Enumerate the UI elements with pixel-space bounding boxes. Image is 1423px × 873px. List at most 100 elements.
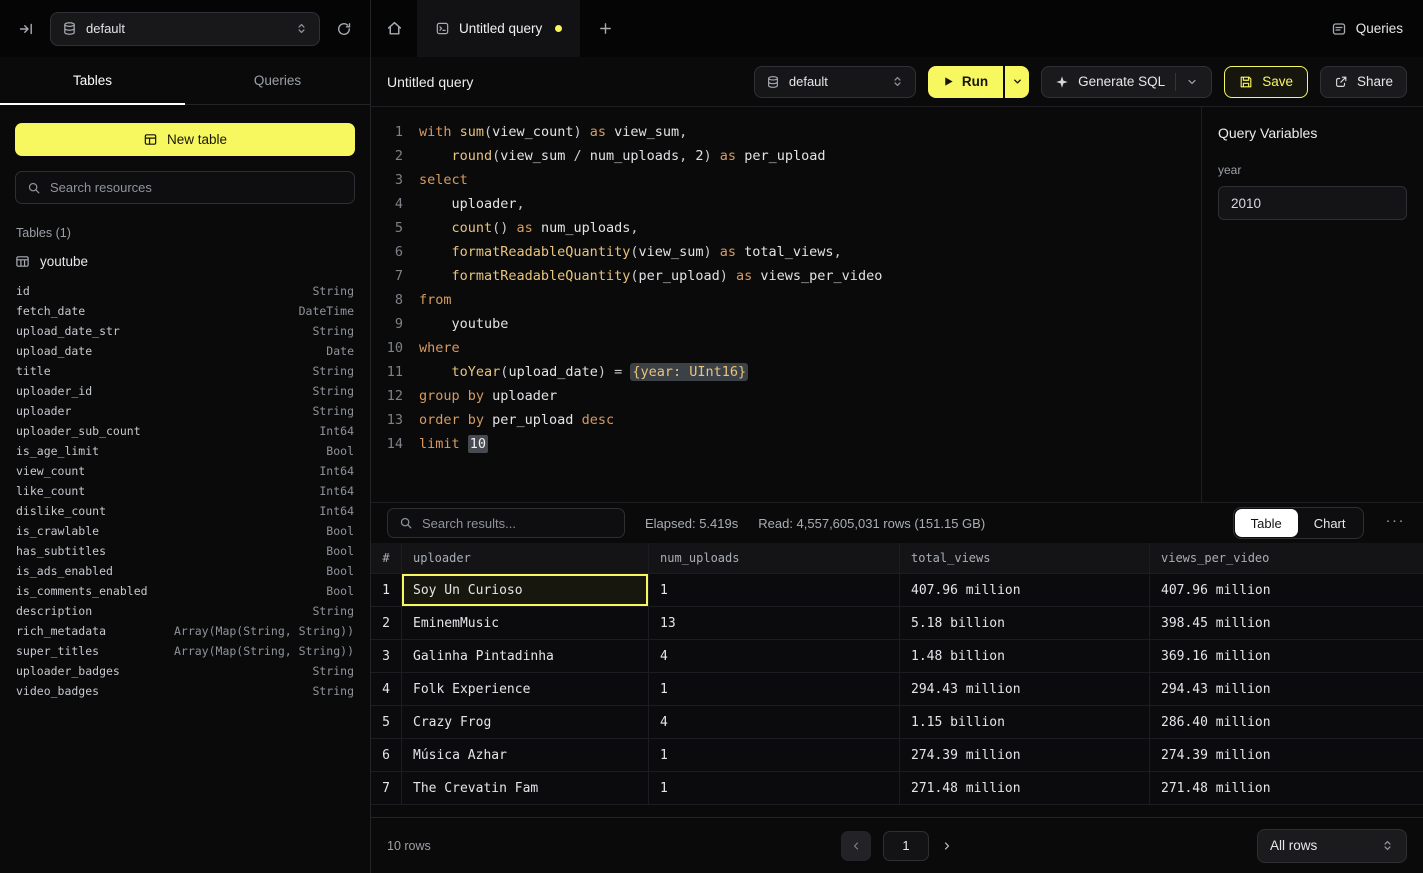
pagination — [841, 831, 953, 861]
next-page-button[interactable] — [941, 840, 953, 852]
chevron-down-icon[interactable] — [1186, 76, 1198, 88]
column-type: Int64 — [319, 504, 354, 518]
table-cell[interactable]: 1 — [649, 574, 900, 607]
share-icon — [1334, 75, 1348, 89]
table-cell[interactable]: 369.16 million — [1150, 640, 1423, 673]
home-button[interactable] — [371, 0, 417, 57]
read-stat: Read: 4,557,605,031 rows (151.15 GB) — [758, 516, 985, 531]
code-text: uploader, — [419, 192, 525, 216]
column-header[interactable]: # — [371, 543, 402, 574]
column-name: upload_date — [16, 344, 92, 358]
queries-button[interactable]: Queries — [1331, 21, 1403, 37]
table-cell[interactable]: The Crevatin Fam — [402, 772, 649, 805]
tables-group-label: Tables (1) — [16, 226, 354, 240]
variable-label: year — [1218, 163, 1407, 177]
column-item: dislike_countInt64 — [16, 501, 354, 521]
column-item: has_subtitlesBool — [16, 541, 354, 561]
column-name: uploader_id — [16, 384, 92, 398]
plus-icon — [598, 21, 613, 36]
query-tab-icon — [435, 21, 450, 36]
table-cell[interactable]: 1 — [649, 739, 900, 772]
column-type: DateTime — [299, 304, 354, 318]
line-number: 3 — [371, 168, 403, 192]
table-cell[interactable]: Crazy Frog — [402, 706, 649, 739]
line-number: 10 — [371, 336, 403, 360]
more-icon: ··· — [1386, 512, 1406, 529]
refresh-button[interactable] — [336, 21, 352, 37]
table-cell[interactable]: 1.15 billion — [900, 706, 1150, 739]
table-cell[interactable]: 294.43 million — [900, 673, 1150, 706]
row-number: 2 — [371, 607, 402, 640]
search-resources-input[interactable] — [50, 180, 343, 195]
column-header[interactable]: total_views — [900, 543, 1150, 574]
home-icon — [386, 20, 403, 37]
table-cell[interactable]: 398.45 million — [1150, 607, 1423, 640]
sql-editor[interactable]: 1with sum(view_count) as view_sum,2 roun… — [371, 107, 1201, 502]
toggle-table[interactable]: Table — [1235, 509, 1298, 537]
save-button-label: Save — [1262, 74, 1293, 89]
table-cell[interactable]: 5.18 billion — [900, 607, 1150, 640]
new-tab-button[interactable] — [580, 0, 630, 57]
chevron-right-icon — [941, 840, 953, 852]
new-table-button[interactable]: New table — [15, 123, 355, 156]
run-button[interactable]: Run — [928, 66, 1003, 98]
variable-year-input[interactable] — [1218, 186, 1407, 220]
collapse-sidebar-button[interactable] — [18, 21, 34, 37]
search-results-input[interactable] — [422, 516, 613, 531]
row-number: 6 — [371, 739, 402, 772]
table-cell[interactable]: 1 — [649, 673, 900, 706]
table-cell[interactable]: 271.48 million — [1150, 772, 1423, 805]
column-header[interactable]: views_per_video — [1150, 543, 1423, 574]
run-options-button[interactable] — [1005, 66, 1029, 98]
previous-page-button[interactable] — [841, 831, 871, 861]
table-cell[interactable]: Galinha Pintadinha — [402, 640, 649, 673]
table-cell[interactable]: 407.96 million — [1150, 574, 1423, 607]
table-cell[interactable]: Música Azhar — [402, 739, 649, 772]
table-cell[interactable]: 4 — [649, 706, 900, 739]
tab-label: Untitled query — [459, 21, 542, 36]
search-icon — [27, 181, 41, 195]
table-cell[interactable]: 274.39 million — [1150, 739, 1423, 772]
column-header[interactable]: uploader — [402, 543, 649, 574]
column-name: description — [16, 604, 92, 618]
column-item: is_ads_enabledBool — [16, 561, 354, 581]
column-header[interactable]: num_uploads — [649, 543, 900, 574]
table-cell[interactable]: 4 — [649, 640, 900, 673]
more-options-button[interactable]: ··· — [1384, 512, 1408, 535]
table-cell[interactable]: Folk Experience — [402, 673, 649, 706]
tab-untitled-query[interactable]: Untitled query — [417, 0, 580, 57]
code-line: 4 uploader, — [371, 192, 1201, 216]
save-button[interactable]: Save — [1224, 66, 1308, 98]
table-cell[interactable]: 294.43 million — [1150, 673, 1423, 706]
generate-sql-button[interactable]: Generate SQL — [1041, 66, 1212, 98]
share-button[interactable]: Share — [1320, 66, 1407, 98]
results-section: Elapsed: 5.419s Read: 4,557,605,031 rows… — [371, 502, 1423, 817]
table-cell[interactable]: 1 — [649, 772, 900, 805]
sidebar-table-youtube[interactable]: youtube — [15, 246, 355, 276]
code-line: 9 youtube — [371, 312, 1201, 336]
sidebar-tab-tables[interactable]: Tables — [0, 57, 185, 104]
table-cell[interactable]: 13 — [649, 607, 900, 640]
table-cell[interactable]: 407.96 million — [900, 574, 1150, 607]
line-number: 7 — [371, 264, 403, 288]
database-selector[interactable]: default — [50, 12, 320, 46]
table-cell[interactable]: 286.40 million — [1150, 706, 1423, 739]
code-text: toYear(upload_date) = {year: UInt16} — [419, 360, 748, 384]
page-number-input[interactable] — [883, 831, 929, 861]
table-cell[interactable]: 274.39 million — [900, 739, 1150, 772]
share-button-label: Share — [1357, 74, 1393, 89]
table-cell[interactable]: 1.48 billion — [900, 640, 1150, 673]
column-item: descriptionString — [16, 601, 354, 621]
table-cell[interactable]: Soy Un Curioso — [402, 574, 649, 607]
page-size-selector[interactable]: All rows — [1257, 829, 1407, 863]
toggle-chart[interactable]: Chart — [1298, 509, 1362, 537]
chevron-left-icon — [850, 840, 862, 852]
sidebar-tab-label: Tables — [73, 73, 112, 88]
table-cell[interactable]: 271.48 million — [900, 772, 1150, 805]
table-cell[interactable]: EminemMusic — [402, 607, 649, 640]
column-name: video_badges — [16, 684, 99, 698]
code-text: count() as num_uploads, — [419, 216, 638, 240]
code-text: group by uploader — [419, 384, 557, 408]
query-database-selector[interactable]: default — [754, 66, 916, 98]
sidebar-tab-queries[interactable]: Queries — [185, 57, 370, 104]
